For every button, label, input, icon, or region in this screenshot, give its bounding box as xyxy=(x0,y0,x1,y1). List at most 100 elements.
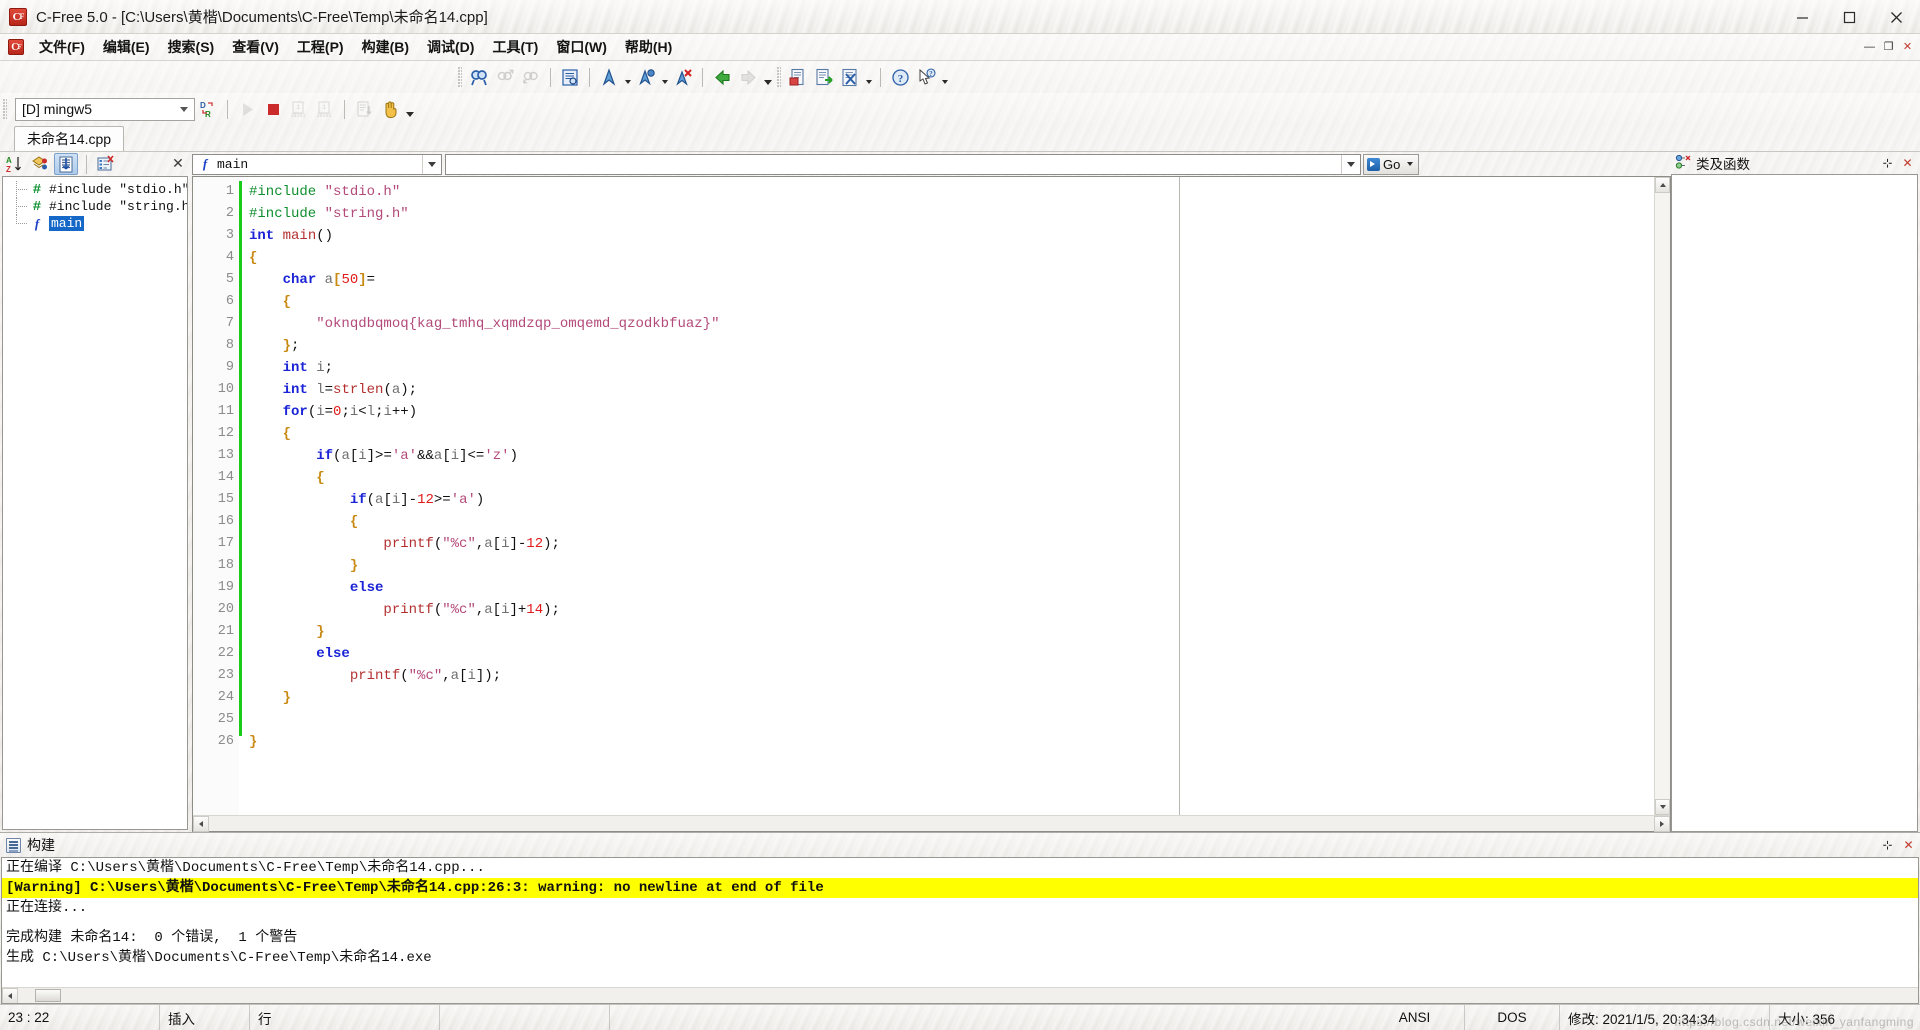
code-line[interactable]: }; xyxy=(249,335,1179,357)
compile-file-icon[interactable] xyxy=(786,65,810,89)
window-minimize-button[interactable] xyxy=(1779,0,1826,34)
code-line[interactable]: int l=strlen(a); xyxy=(249,379,1179,401)
scroll-down-icon[interactable] xyxy=(1655,799,1670,815)
code-line[interactable]: { xyxy=(249,467,1179,489)
mdi-minimize-button[interactable]: — xyxy=(1861,38,1878,55)
window-close-button[interactable] xyxy=(1873,0,1920,34)
tree-item-main[interactable]: f main xyxy=(3,215,187,232)
toolbar-grip[interactable] xyxy=(777,67,781,87)
context-help-icon[interactable]: ? xyxy=(914,65,938,89)
editor-horizontal-scrollbar[interactable] xyxy=(193,815,1670,832)
bookmark-next-icon[interactable] xyxy=(634,65,658,89)
menu-debug[interactable]: 调试(D) xyxy=(418,34,483,60)
bookmark-toggle-icon[interactable] xyxy=(597,65,621,89)
code-line[interactable]: int main() xyxy=(249,225,1179,247)
debug-release-toggle-icon[interactable]: D R xyxy=(196,97,220,121)
code-line[interactable]: printf("%c",a[i]+14); xyxy=(249,599,1179,621)
menu-view[interactable]: 查看(V) xyxy=(223,34,288,60)
step-over-icon[interactable]: 1 10101 xyxy=(313,97,337,121)
show-output-icon[interactable] xyxy=(352,97,376,121)
bookmark-toggle-dropdown-icon[interactable] xyxy=(622,65,633,89)
code-line[interactable]: { xyxy=(249,511,1179,533)
stop-build-dropdown-icon[interactable] xyxy=(863,65,874,89)
editor-vertical-scrollbar[interactable] xyxy=(1654,177,1670,815)
build-output-content[interactable]: 正在编译 C:\Users\黄楷\Documents\C-Free\Temp\未… xyxy=(1,857,1919,1004)
code-line[interactable]: #include "string.h" xyxy=(249,203,1179,225)
bookmark-clear-icon[interactable] xyxy=(671,65,695,89)
scroll-left-icon[interactable] xyxy=(193,815,209,832)
menu-tools[interactable]: 工具(T) xyxy=(483,34,547,60)
code-line[interactable] xyxy=(249,709,1179,731)
step-into-icon[interactable]: 1 10101 xyxy=(287,97,311,121)
navigate-forward-icon[interactable] xyxy=(736,65,760,89)
pin-icon[interactable]: ⊹ xyxy=(1879,836,1896,853)
toolbar-overflow-icon[interactable] xyxy=(761,65,774,89)
toolbar-grip[interactable] xyxy=(458,67,462,87)
chevron-down-icon[interactable] xyxy=(176,99,192,120)
chevron-down-icon[interactable] xyxy=(1407,162,1413,166)
code-line[interactable]: else xyxy=(249,643,1179,665)
scroll-right-icon[interactable] xyxy=(1654,815,1670,832)
code-line[interactable]: if(a[i]-12>='a') xyxy=(249,489,1179,511)
menu-edit[interactable]: 编辑(E) xyxy=(94,34,159,60)
pin-icon[interactable]: ⊹ xyxy=(1879,154,1896,171)
code-editor[interactable]: 1 2 3 4 5 6 7 8 9 10 11 12 13 14 15 16 17 18 19 20 21 22 23 24 2… xyxy=(192,176,1671,832)
sort-by-position-icon[interactable] xyxy=(54,153,78,175)
code-line[interactable]: "oknqdbqmoq{kag_tmhq_xqmdzqp_omqemd_qzod… xyxy=(249,313,1179,335)
toolbar-overflow-icon[interactable] xyxy=(403,97,416,121)
build-output-horizontal-scrollbar[interactable] xyxy=(2,987,1918,1003)
chevron-down-icon[interactable] xyxy=(1341,154,1360,174)
code-line[interactable]: } xyxy=(249,621,1179,643)
code-line[interactable]: } xyxy=(249,687,1179,709)
code-line[interactable]: #include "stdio.h" xyxy=(249,181,1179,203)
close-icon[interactable]: ✕ xyxy=(1899,154,1916,171)
pause-hand-icon[interactable] xyxy=(378,97,402,121)
code-line[interactable]: } xyxy=(249,555,1179,577)
mdi-close-button[interactable]: ✕ xyxy=(1899,38,1916,55)
code-line[interactable]: { xyxy=(249,291,1179,313)
menu-build[interactable]: 构建(B) xyxy=(353,34,418,60)
vertical-scroll-track[interactable] xyxy=(1655,193,1670,799)
toolbar-grip[interactable] xyxy=(3,99,7,119)
code-line[interactable]: if(a[i]>='a'&&a[i]<='z') xyxy=(249,445,1179,467)
code-canvas[interactable]: 1 2 3 4 5 6 7 8 9 10 11 12 13 14 15 16 17 18 19 20 21 22 23 24 2… xyxy=(193,177,1654,815)
close-icon[interactable]: ✕ xyxy=(169,154,187,172)
document-tab-active[interactable]: 未命名14.cpp xyxy=(14,126,125,151)
help-icon[interactable]: ? xyxy=(888,65,912,89)
code-line[interactable]: char a[50]= xyxy=(249,269,1179,291)
menu-help[interactable]: 帮助(H) xyxy=(616,34,681,60)
group-by-type-icon[interactable] xyxy=(28,153,52,175)
compiler-select[interactable]: [D] mingw5 xyxy=(15,97,195,121)
filter-symbols-icon[interactable] xyxy=(93,153,117,175)
scroll-left-icon[interactable] xyxy=(2,987,18,1003)
stop-icon[interactable] xyxy=(261,97,285,121)
find-next-icon[interactable] xyxy=(519,65,543,89)
stop-build-icon[interactable] xyxy=(838,65,862,89)
window-maximize-button[interactable] xyxy=(1826,0,1873,34)
mdi-restore-button[interactable]: ❐ xyxy=(1880,38,1897,55)
chevron-down-icon[interactable] xyxy=(422,154,441,174)
code-line[interactable]: } xyxy=(249,731,1179,753)
find-previous-icon[interactable] xyxy=(493,65,517,89)
tree-item-include-stdio[interactable]: # #include "stdio.h" xyxy=(3,181,187,198)
symbol-select[interactable]: f main xyxy=(192,153,442,175)
scroll-up-icon[interactable] xyxy=(1655,177,1670,193)
build-run-icon[interactable] xyxy=(812,65,836,89)
menu-file[interactable]: 文件(F) xyxy=(30,34,94,60)
sort-alpha-icon[interactable]: A Z xyxy=(2,153,26,175)
help-dropdown-icon[interactable] xyxy=(939,65,950,89)
go-button[interactable]: Go xyxy=(1363,153,1419,175)
code-line[interactable]: printf("%c",a[i]); xyxy=(249,665,1179,687)
navigate-back-icon[interactable] xyxy=(710,65,734,89)
symbol-tree[interactable]: # #include "stdio.h" # #include "string.… xyxy=(2,176,188,830)
menu-window[interactable]: 窗口(W) xyxy=(547,34,616,60)
tree-item-include-string[interactable]: # #include "string.h" xyxy=(3,198,187,215)
replace-icon[interactable] xyxy=(558,65,582,89)
code-line[interactable]: printf("%c",a[i]-12); xyxy=(249,533,1179,555)
code-line[interactable]: int i; xyxy=(249,357,1179,379)
class-browser-content[interactable] xyxy=(1671,174,1918,832)
close-icon[interactable]: ✕ xyxy=(1900,836,1917,853)
code-line[interactable]: { xyxy=(249,247,1179,269)
menu-project[interactable]: 工程(P) xyxy=(288,34,353,60)
run-icon[interactable] xyxy=(235,97,259,121)
